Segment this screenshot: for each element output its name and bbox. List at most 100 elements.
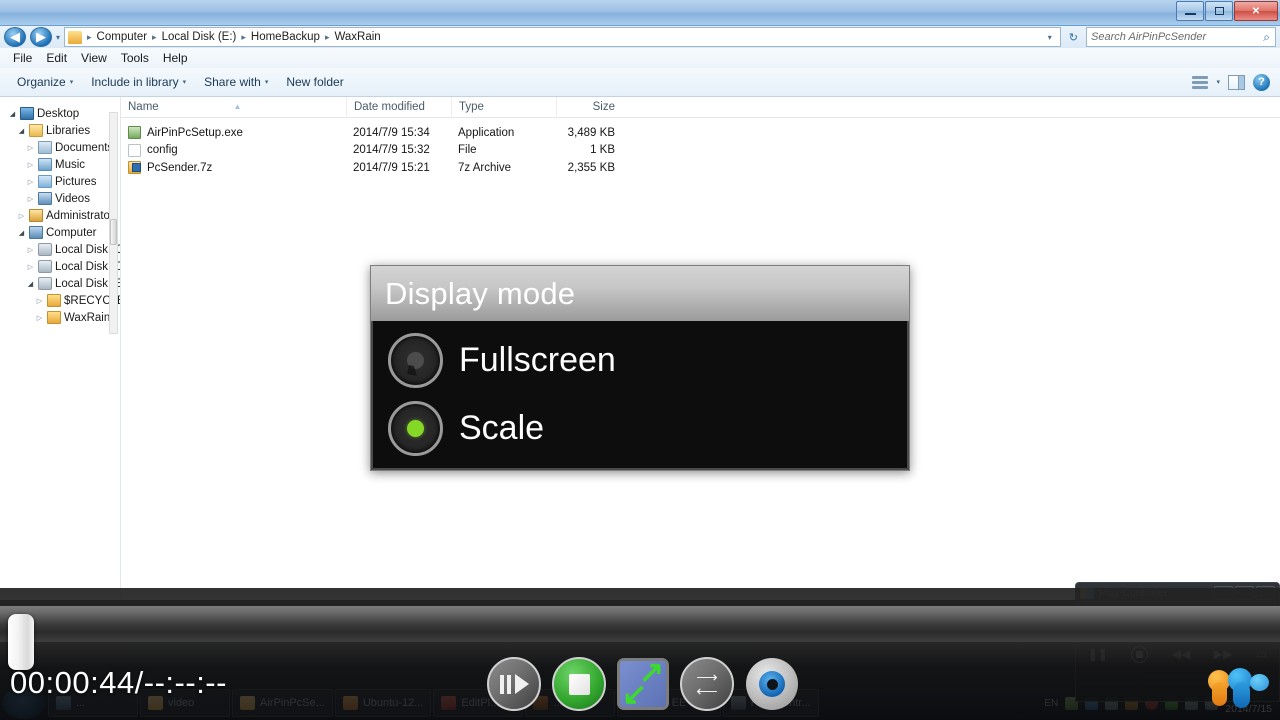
table-row[interactable]: AirPinPcSetup.exe 2014/7/9 15:34 Applica… (121, 124, 1280, 142)
file-type-cell: File (451, 144, 556, 156)
file-name-cell[interactable]: AirPinPcSetup.exe (121, 126, 346, 139)
search-input[interactable]: Search AirPinPcSender ⌕ (1086, 27, 1276, 47)
sidebar-item-videos[interactable]: ▷ Videos (8, 190, 120, 207)
option-scale[interactable]: Scale (373, 394, 907, 462)
expand-twisty-icon[interactable]: ▷ (26, 144, 35, 152)
expand-twisty-icon[interactable]: ▷ (26, 246, 35, 254)
expand-twisty-icon[interactable]: ◢ (26, 280, 35, 288)
arrow-left-icon: ⟵ (696, 686, 718, 697)
new-folder-button[interactable]: New folder (277, 72, 352, 92)
column-header-name[interactable]: ▲ Name (121, 97, 346, 118)
sidebar-item-libraries[interactable]: ◢ Libraries (8, 122, 120, 139)
column-header-type[interactable]: Type (451, 97, 556, 118)
sidebar-item-desktop[interactable]: ◢ Desktop (8, 105, 120, 122)
seek-slider-handle[interactable] (8, 614, 34, 670)
chevron-down-icon: ▾ (183, 78, 187, 86)
refresh-icon[interactable]: ↻ (1065, 31, 1082, 44)
file-type-cell: Application (451, 127, 556, 139)
airpin-logo (1206, 666, 1270, 712)
sidebar-item-music[interactable]: ▷ Music (8, 156, 120, 173)
desktop-icon (20, 107, 34, 120)
organize-label: Organize (17, 75, 66, 89)
sidebar-item-waxrain[interactable]: ▷ WaxRain (8, 309, 120, 326)
menu-item-help[interactable]: Help (156, 49, 195, 67)
stop-button[interactable] (552, 657, 606, 711)
expand-twisty-icon[interactable]: ◢ (17, 127, 26, 135)
stop-square-icon (569, 674, 590, 695)
gear-center-icon (759, 671, 785, 697)
switch-device-button[interactable]: ⟶ ⟵ (680, 657, 734, 711)
sidebar-item-recycle-bin[interactable]: ▷ $RECYCLE.BIN (8, 292, 120, 309)
share-with-button[interactable]: Share with ▾ (195, 72, 277, 92)
file-name-cell[interactable]: config (121, 144, 346, 157)
breadcrumb-item-3[interactable]: WaxRain (331, 30, 383, 44)
play-pause-button[interactable] (487, 657, 541, 711)
expand-twisty-icon[interactable]: ▷ (35, 314, 44, 322)
display-mode-dialog: Display mode Fullscreen Scale (370, 265, 910, 471)
chevron-down-icon: ▾ (265, 78, 269, 86)
restore-button[interactable] (1205, 1, 1233, 21)
organize-button[interactable]: Organize ▾ (8, 72, 82, 92)
radio-fullscreen[interactable] (388, 333, 443, 388)
expand-twisty-icon[interactable]: ▷ (26, 178, 35, 186)
fullscreen-button[interactable]: ↗ ↙ (617, 658, 669, 710)
breadcrumb[interactable]: ▸ Computer ▸ Local Disk (E:) ▸ HomeBacku… (64, 27, 1061, 47)
computer-icon (29, 226, 43, 239)
radio-dot-icon (407, 420, 424, 437)
menu-item-tools[interactable]: Tools (114, 49, 156, 67)
radio-scale[interactable] (388, 401, 443, 456)
scrollbar-thumb[interactable] (110, 219, 117, 245)
sidebar-item-local-disk-e[interactable]: ◢ Local Disk (E:) (8, 275, 120, 292)
sidebar-item-pictures[interactable]: ▷ Pictures (8, 173, 120, 190)
expand-twisty-icon[interactable]: ▷ (26, 161, 35, 169)
sort-ascending-icon: ▲ (234, 96, 242, 117)
chevron-down-icon[interactable]: ▾ (1216, 78, 1220, 86)
sidebar-item-local-disk-d[interactable]: ▷ Local Disk (D:) (8, 258, 120, 275)
history-dropdown-icon[interactable]: ▾ (56, 33, 60, 42)
menu-item-view[interactable]: View (74, 49, 114, 67)
minimize-button[interactable] (1176, 1, 1204, 21)
navigation-pane: ◢ Desktop ◢ Libraries ▷ Documents ▷ (0, 97, 121, 599)
include-in-library-button[interactable]: Include in library ▾ (82, 72, 195, 92)
file-list-rows: AirPinPcSetup.exe 2014/7/9 15:34 Applica… (121, 118, 1280, 177)
gear-icon (746, 658, 798, 710)
search-placeholder: Search AirPinPcSender (1091, 31, 1206, 43)
breadcrumb-item-2[interactable]: HomeBackup (248, 30, 323, 44)
sidebar-item-label: Computer (46, 227, 97, 239)
address-bar: ◀ ▶ ▾ ▸ Computer ▸ Local Disk (E:) ▸ Hom… (0, 26, 1280, 48)
expand-twisty-icon[interactable]: ▷ (17, 212, 26, 220)
sidebar-item-label: Administrator (46, 210, 114, 222)
table-row[interactable]: config 2014/7/9 15:32 File 1 KB (121, 142, 1280, 160)
column-header-size[interactable]: Size (556, 97, 621, 118)
address-dropdown-icon[interactable]: ▾ (1043, 33, 1057, 42)
sidebar-item-computer[interactable]: ◢ Computer (8, 224, 120, 241)
sidebar-item-documents[interactable]: ▷ Documents (8, 139, 120, 156)
expand-twisty-icon[interactable]: ▷ (26, 263, 35, 271)
menu-item-edit[interactable]: Edit (39, 49, 74, 67)
seek-slider[interactable] (0, 606, 1280, 642)
breadcrumb-item-1[interactable]: Local Disk (E:) (159, 30, 240, 44)
back-arrow-icon[interactable]: ◀ (4, 27, 26, 47)
menu-item-file[interactable]: File (6, 49, 39, 67)
expand-twisty-icon[interactable]: ◢ (8, 110, 17, 118)
expand-twisty-icon[interactable]: ▷ (35, 297, 44, 305)
file-name-cell[interactable]: PcSender.7z (121, 161, 346, 174)
table-row[interactable]: PcSender.7z 2014/7/9 15:21 7z Archive 2,… (121, 159, 1280, 177)
expand-twisty-icon[interactable]: ▷ (26, 195, 35, 203)
settings-button[interactable] (745, 657, 799, 711)
breadcrumb-item-0[interactable]: Computer (94, 30, 151, 44)
sidebar-item-local-disk-c[interactable]: ▷ Local Disk (C:) (8, 241, 120, 258)
sidebar-item-administrator[interactable]: ▷ Administrator (8, 207, 120, 224)
navigation-pane-scrollbar[interactable] (109, 112, 118, 334)
user-folder-icon (29, 209, 43, 222)
file-date-cell: 2014/7/9 15:21 (346, 162, 451, 174)
help-icon[interactable]: ? (1253, 74, 1270, 91)
preview-pane-icon[interactable] (1228, 75, 1245, 90)
close-button[interactable]: ✕ (1234, 1, 1278, 21)
option-fullscreen[interactable]: Fullscreen (373, 326, 907, 394)
column-header-date-modified[interactable]: Date modified (346, 97, 451, 118)
change-view-icon[interactable] (1192, 76, 1208, 89)
file-size-cell: 3,489 KB (556, 127, 621, 139)
forward-arrow-icon[interactable]: ▶ (30, 27, 52, 47)
expand-twisty-icon[interactable]: ◢ (17, 229, 26, 237)
